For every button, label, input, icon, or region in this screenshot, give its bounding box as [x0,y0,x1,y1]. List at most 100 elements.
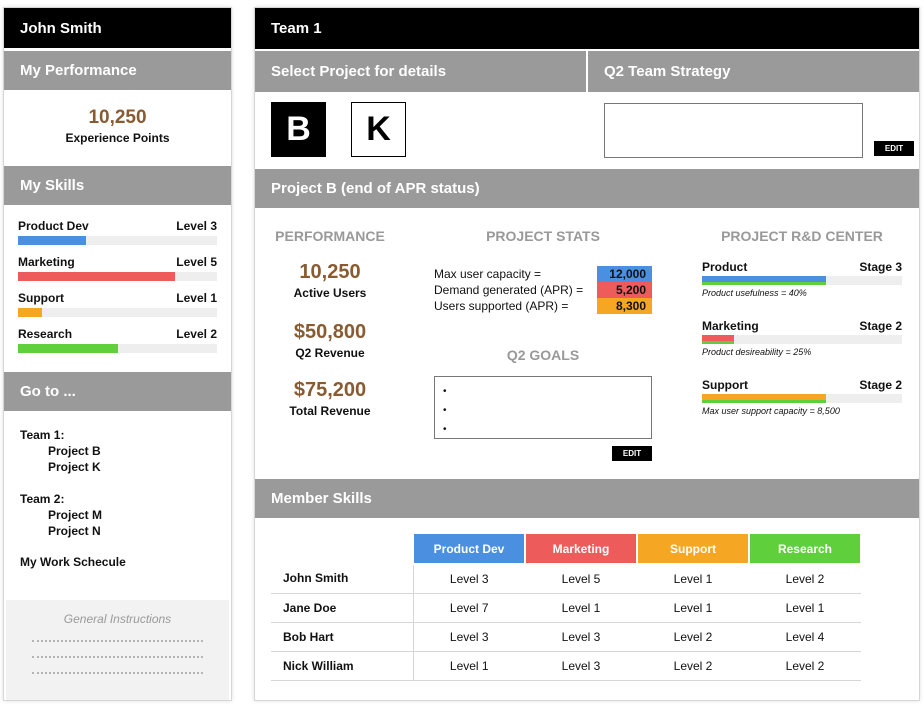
rd-name: Support [702,378,748,392]
total-revenue-value: $75,200 [293,379,367,401]
table-row: John Smith Level 3 Level 5 Level 1 Level… [271,564,861,594]
member-name: Nick William [271,651,414,681]
instructions-line [32,626,203,642]
nav-project-n[interactable]: Project N [20,523,215,539]
stat-label-demand: Demand generated (APR) = [434,283,584,297]
skill-cell: Level 1 [749,593,861,623]
skill-cell: Level 2 [749,651,861,681]
edit-strategy-button[interactable]: EDIT [874,141,914,156]
skill-cell: Level 1 [637,564,749,594]
rd-stage: Stage 3 [859,260,902,274]
instructions-line [32,658,203,674]
member-skills-header: Member Skills [255,479,919,518]
project-b-button[interactable]: B [271,102,326,157]
strategy-textbox[interactable] [604,103,863,158]
skill-cell: Level 3 [413,622,525,652]
skill-bar-track [18,344,217,353]
nav-team-1[interactable]: Team 1: [20,427,215,443]
select-project-header: Select Project for details [255,51,588,92]
active-users-label: Active Users [293,286,367,300]
nav-project-k[interactable]: Project K [20,459,215,475]
active-users-value: 10,250 [299,261,361,283]
column-header-product-dev: Product Dev [412,532,526,565]
project-k-button[interactable]: K [351,102,406,157]
skill-bar-track [18,272,217,281]
total-revenue-label: Total Revenue [289,404,371,418]
skill-bar-fill [18,272,176,281]
skill-cell: Level 3 [525,622,637,652]
main-panel: Team 1 Select Project for details Q2 Tea… [254,7,920,701]
nav-team-2[interactable]: Team 2: [20,491,215,507]
member-skills-title: Member Skills [271,490,372,507]
team-strategy-header: Q2 Team Strategy [588,51,919,92]
skill-level: Level 2 [176,327,217,341]
stat-value-demand: 5,200 [597,282,652,298]
skill-bar-track [18,236,217,245]
skill-bar-fill [18,236,86,245]
skill-cell: Level 3 [525,651,637,681]
skill-row-research: Research Level 2 [18,327,217,353]
goal-bullet: • [443,386,447,397]
goto-nav: Team 1: Project B Project K Team 2: Proj… [4,411,231,569]
nav-project-b[interactable]: Project B [20,443,215,459]
general-instructions: General Instructions [6,600,229,700]
skill-cell: Level 2 [637,622,749,652]
stat-value-capacity: 12,000 [597,266,652,282]
q2-revenue-label: Q2 Revenue [295,346,365,360]
select-project-label: Select Project for details [271,63,447,80]
skill-row-product-dev: Product Dev Level 3 [18,219,217,245]
rd-bar-track [702,276,902,285]
skill-name: Research [18,327,73,341]
user-name-header: John Smith [4,8,231,48]
column-header-support: Support [636,532,750,565]
my-skills-title: My Skills [20,177,85,194]
table-row: Jane Doe Level 7 Level 1 Level 1 Level 1 [271,593,861,623]
skill-bar-fill [18,344,118,353]
my-performance-title: My Performance [20,62,137,79]
table-row: Bob Hart Level 3 Level 3 Level 2 Level 4 [271,622,861,652]
q2-revenue-value: $50,800 [293,321,367,343]
skill-cell: Level 1 [413,651,525,681]
q2-goals-title: Q2 GOALS [506,347,580,363]
skill-name: Product Dev [18,219,89,233]
table-corner [271,533,413,564]
skill-bar-track [18,308,217,317]
stat-label-capacity: Max user capacity = [434,267,542,281]
skill-level: Level 3 [176,219,217,233]
rd-note: Product desireability = 25% [702,347,812,357]
team-header: Team 1 [255,8,919,49]
goto-header: Go to ... [4,372,231,411]
nav-work-schedule[interactable]: My Work Schecule [20,555,215,569]
skills-list: Product Dev Level 3 Marketing Level 5 Supp… [4,205,231,353]
rd-note: Max user support capacity = 8,500 [702,406,840,416]
member-name: Bob Hart [271,622,414,652]
rd-name: Marketing [702,319,759,333]
skill-name: Support [18,291,64,305]
my-performance-header: My Performance [4,51,231,90]
skill-row-support: Support Level 1 [18,291,217,317]
rd-bar-fill [702,335,734,344]
skill-cell: Level 4 [749,622,861,652]
q2-goals-box[interactable]: • • • [434,376,652,439]
project-status-title: Project B (end of APR status) [271,180,480,197]
skill-cell: Level 7 [413,593,525,623]
rd-bar-track [702,335,902,344]
skill-cell: Level 1 [525,593,637,623]
nav-project-m[interactable]: Project M [20,507,215,523]
team-strategy-label: Q2 Team Strategy [604,63,731,80]
rd-stage: Stage 2 [859,319,902,333]
skill-cell: Level 5 [525,564,637,594]
left-sidebar: John Smith My Performance 10,250 Experie… [3,7,232,701]
rd-item-marketing: Marketing Stage 2 Product desireability =… [702,319,902,357]
skill-level: Level 1 [176,291,217,305]
column-header-marketing: Marketing [524,532,638,565]
skill-cell: Level 2 [637,651,749,681]
project-status-header: Project B (end of APR status) [255,169,919,208]
edit-goals-button[interactable]: EDIT [612,446,652,461]
project-stats-title: PROJECT STATS [486,228,600,244]
goal-bullet: • [443,424,447,435]
skill-name: Marketing [18,255,75,269]
rd-name: Product [702,260,748,274]
goal-bullet: • [443,405,447,416]
rd-note: Product usefulness = 40% [702,288,807,298]
